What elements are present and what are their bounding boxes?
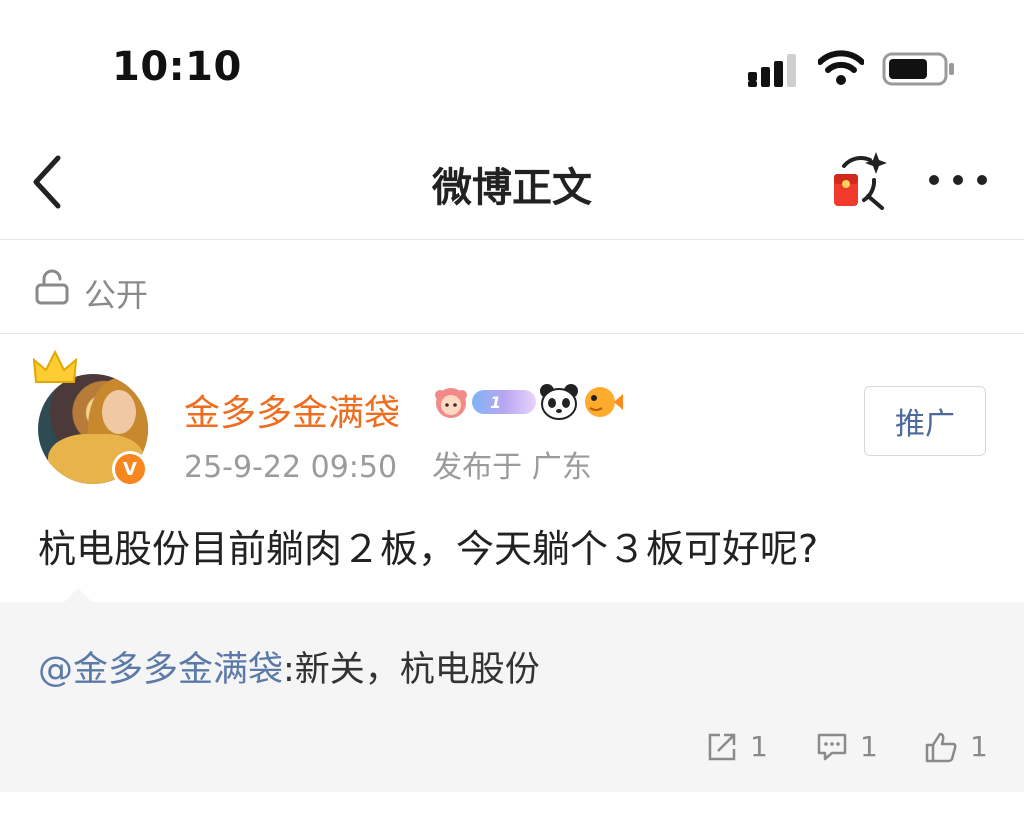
- girl-emoji-icon: [435, 388, 467, 418]
- post-location: 发布于 广东: [432, 450, 592, 485]
- crown-icon: [32, 350, 78, 383]
- repost-text: :新关，杭电股份: [283, 650, 540, 690]
- repost-content: @金多多金满袋:新关，杭电股份: [38, 641, 540, 692]
- unlock-icon: [35, 269, 69, 305]
- like-button[interactable]: 1: [924, 730, 988, 763]
- share-button[interactable]: 1: [706, 730, 768, 763]
- divider: [0, 333, 1024, 334]
- avatar-face: [102, 390, 136, 434]
- status-time: 10:10: [112, 44, 242, 90]
- repost-caret: [62, 588, 94, 604]
- cellular-signal-icon: [748, 54, 796, 87]
- user-badges[interactable]: 1: [432, 382, 624, 422]
- like-count: 1: [970, 730, 988, 763]
- pufferfish-icon: [585, 387, 623, 417]
- promote-button[interactable]: 推广: [864, 386, 986, 456]
- author-name[interactable]: 金多多金满袋: [184, 384, 400, 436]
- more-options-button[interactable]: [926, 165, 990, 195]
- comment-count: 1: [860, 730, 878, 763]
- red-packet-search-button[interactable]: [830, 150, 890, 212]
- post-text: 杭电股份目前躺肉２板，今天躺个３板可好呢?: [38, 527, 819, 571]
- post-timestamp: 25-9-22 09:50: [184, 450, 398, 485]
- more-dots-icon: [929, 175, 987, 185]
- visibility-label: 公开: [84, 276, 149, 314]
- comment-icon: [817, 733, 847, 760]
- level-badge: 1: [472, 390, 536, 414]
- share-icon: [708, 733, 736, 760]
- verified-badge: V: [112, 451, 148, 487]
- comment-button[interactable]: 1: [816, 730, 878, 763]
- repost-card[interactable]: [0, 602, 1024, 792]
- post-meta: 25-9-22 09:50 发布于 广东: [184, 442, 592, 486]
- divider: [0, 239, 1024, 240]
- panda-icon: [540, 384, 578, 420]
- battery-icon: [882, 52, 954, 86]
- share-count: 1: [750, 730, 768, 763]
- repost-mention-link[interactable]: @金多多金满袋: [38, 650, 283, 690]
- red-packet-search-icon: [834, 152, 887, 210]
- wifi-icon: [818, 50, 864, 85]
- thumbs-up-icon: [925, 732, 957, 762]
